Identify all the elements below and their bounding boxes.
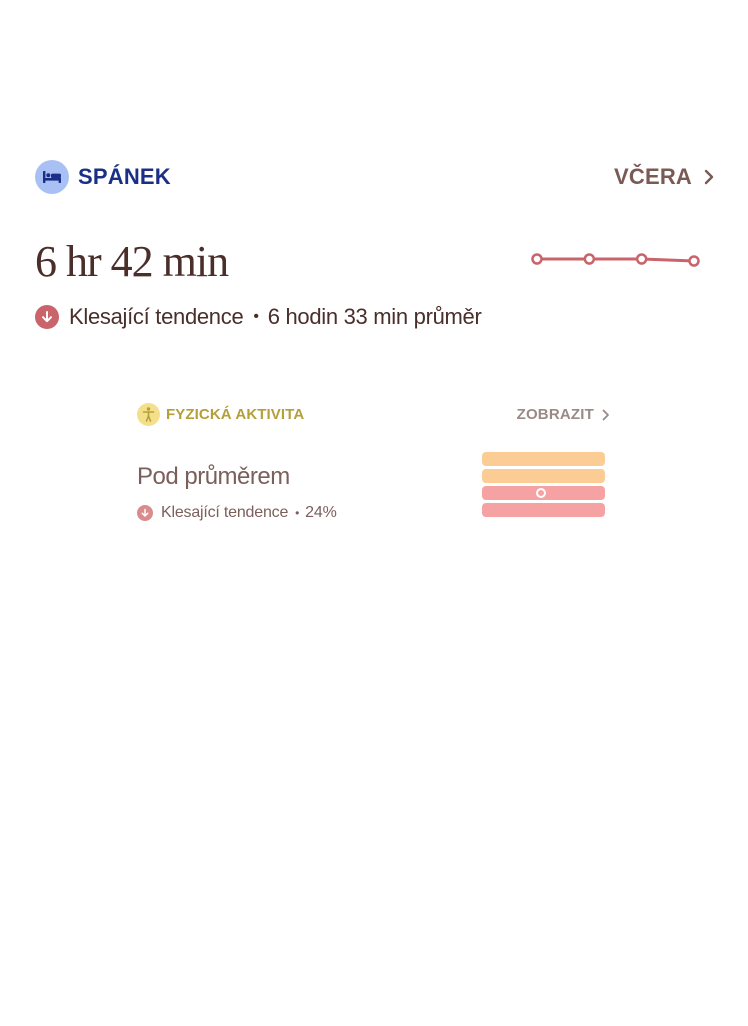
sparkline-point xyxy=(531,253,543,265)
sleep-card[interactable]: SPÁNEK VČERA 6 hr 42 min Klesající tende… xyxy=(0,0,748,360)
show-link[interactable]: ZOBRAZIT xyxy=(517,406,610,423)
activity-trend: Klesající tendence • 24% xyxy=(137,504,337,522)
separator-dot: • xyxy=(253,308,259,325)
chevron-right-icon xyxy=(704,169,714,185)
activity-status: Pod průměrem xyxy=(137,463,290,490)
sleep-title: SPÁNEK xyxy=(78,164,171,189)
sleep-trend-text: Klesající tendence xyxy=(69,304,244,329)
arrow-down-icon xyxy=(137,505,153,521)
level-bar xyxy=(482,503,605,517)
level-bar xyxy=(482,452,605,466)
sleep-sparkline xyxy=(531,253,700,267)
sleep-header: SPÁNEK xyxy=(35,160,171,194)
level-bar xyxy=(482,469,605,483)
yesterday-link[interactable]: VČERA xyxy=(614,164,714,190)
activity-level-bars xyxy=(482,452,605,520)
current-level-marker xyxy=(536,488,546,498)
activity-title: FYZICKÁ AKTIVITA xyxy=(166,406,305,423)
sparkline-point xyxy=(583,253,596,265)
bed-icon xyxy=(35,160,69,194)
show-link-label: ZOBRAZIT xyxy=(516,406,594,423)
arrow-down-icon xyxy=(35,305,59,329)
chevron-right-icon xyxy=(602,409,610,421)
sparkline-point xyxy=(635,253,648,265)
separator-dot: • xyxy=(295,506,300,520)
sparkline-point xyxy=(688,255,700,267)
sleep-average-text: 6 hodin 33 min průměr xyxy=(267,304,482,329)
activity-trend-value: 24% xyxy=(305,504,337,521)
activity-trend-text: Klesající tendence xyxy=(161,504,289,521)
sparkline-line xyxy=(537,257,695,263)
sleep-trend: Klesající tendence • 6 hodin 33 min prům… xyxy=(35,304,482,330)
level-bar xyxy=(482,486,605,500)
period-label: VČERA xyxy=(613,164,692,189)
person-activity-icon xyxy=(137,403,160,426)
sleep-duration-value: 6 hr 42 min xyxy=(35,237,229,286)
activity-card[interactable]: FYZICKÁ AKTIVITA ZOBRAZIT Pod průměrem K… xyxy=(137,400,612,530)
activity-header: FYZICKÁ AKTIVITA xyxy=(137,403,304,426)
